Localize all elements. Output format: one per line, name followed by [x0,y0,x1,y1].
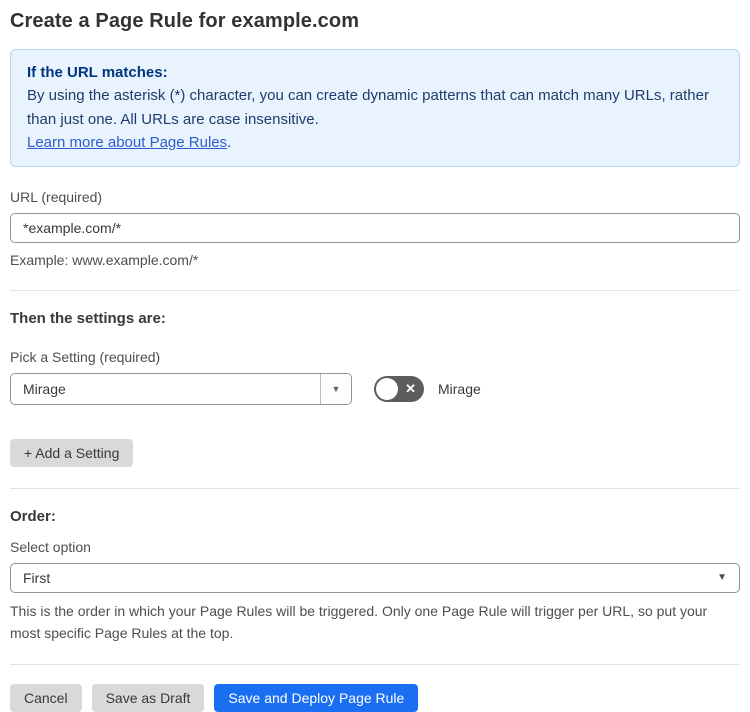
info-box-heading: If the URL matches: [27,64,168,81]
divider [10,290,740,291]
add-setting-button[interactable]: + Add a Setting [10,439,134,467]
order-select-label: Select option [10,539,91,555]
save-and-deploy-button[interactable]: Save and Deploy Page Rule [214,683,419,712]
order-helper-text: This is the order in which your Page Rul… [10,603,708,642]
link-suffix: . [227,133,232,151]
pick-setting-label: Pick a Setting (required) [10,349,161,365]
setting-dropdown-value: Mirage [23,381,66,397]
toggle-setting-label: Mirage [438,381,481,397]
order-select[interactable]: First ▼ [10,563,740,593]
create-page-rule-panel: Create a Page Rule for example.com If th… [0,0,750,712]
toggle-knob [376,378,398,400]
mirage-toggle[interactable]: ✕ [374,376,424,402]
learn-more-link[interactable]: Learn more about Page Rules [27,134,227,151]
url-match-info-box: If the URL matches: By using the asteris… [10,49,740,167]
url-field-label: URL (required) [10,189,103,205]
page-title: Create a Page Rule for example.com [10,10,360,32]
info-box-body: By using the asterisk (*) character, you… [27,87,709,128]
divider [10,663,740,665]
save-as-draft-button[interactable]: Save as Draft [91,683,205,712]
info-box-link-line: Learn more about Page Rules. [27,131,723,154]
footer-actions: Cancel Save as Draft Save and Deploy Pag… [10,683,740,712]
toggle-off-x-icon: ✕ [405,381,416,397]
cancel-button[interactable]: Cancel [10,683,82,712]
chevron-down-icon: ▼ [717,572,727,583]
order-section-heading: Order: [10,508,56,525]
settings-section-heading: Then the settings are: [10,310,166,327]
setting-dropdown[interactable]: Mirage ▼ [10,373,352,405]
url-example-helper: Example: www.example.com/* [10,252,199,268]
url-input[interactable] [10,213,740,243]
setting-dropdown-arrow-button[interactable]: ▼ [320,374,351,404]
order-select-value: First [23,570,51,586]
divider [10,488,740,489]
chevron-down-icon: ▼ [331,383,341,394]
setting-row: Mirage ▼ ✕ Mirage [10,373,740,405]
